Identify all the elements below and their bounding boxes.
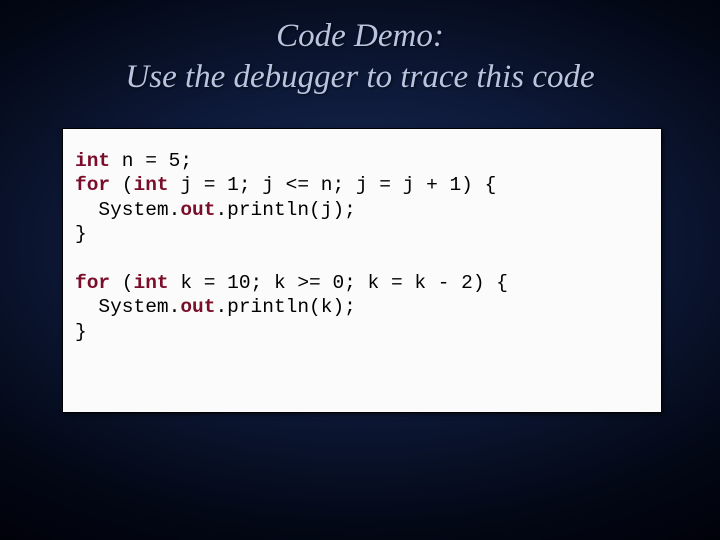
code-text: ( [110, 174, 133, 196]
keyword-for: for [75, 174, 110, 196]
code-text: System. [75, 296, 180, 318]
code-text: } [75, 223, 87, 245]
code-text: .println(k); [215, 296, 355, 318]
code-box: int n = 5; for (int j = 1; j <= n; j = j… [62, 128, 662, 413]
code-block: int n = 5; for (int j = 1; j <= n; j = j… [75, 149, 649, 344]
keyword-int: int [134, 174, 169, 196]
slide: Code Demo: Use the debugger to trace thi… [0, 0, 720, 540]
slide-title: Code Demo: Use the debugger to trace thi… [0, 0, 720, 99]
code-text: .println(j); [215, 199, 355, 221]
title-line-2: Use the debugger to trace this code [125, 59, 594, 95]
code-text: System. [75, 199, 180, 221]
keyword-out: out [180, 199, 215, 221]
code-text: k = 10; k >= 0; k = k - 2) { [169, 272, 508, 294]
keyword-for: for [75, 272, 110, 294]
title-line-1: Code Demo: [276, 18, 444, 54]
keyword-out: out [180, 296, 215, 318]
code-text: } [75, 321, 87, 343]
code-text: ( [110, 272, 133, 294]
code-text: n = 5; [110, 150, 192, 172]
keyword-int: int [134, 272, 169, 294]
keyword-int: int [75, 150, 110, 172]
code-text: j = 1; j <= n; j = j + 1) { [169, 174, 497, 196]
